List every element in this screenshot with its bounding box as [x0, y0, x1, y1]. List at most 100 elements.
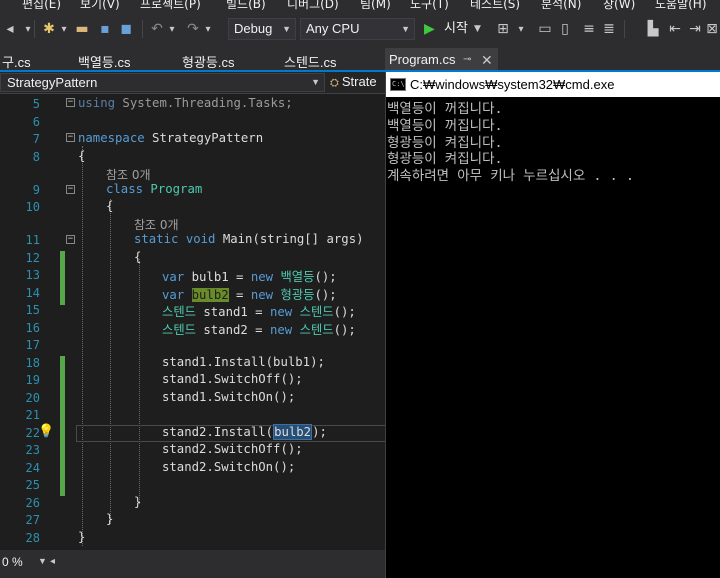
- line-number: 15: [25, 303, 40, 317]
- save-icon[interactable]: ▪: [96, 18, 114, 40]
- back-icon[interactable]: ◂: [2, 18, 18, 40]
- change-marker: [60, 356, 65, 496]
- redo-dropdown-icon[interactable]: ▾: [202, 18, 214, 40]
- line-number: 6: [32, 115, 40, 129]
- menu-window[interactable]: 창(W): [603, 0, 635, 12]
- undo-icon[interactable]: ↶: [148, 18, 166, 40]
- tab-program-label: Program.cs: [389, 52, 456, 67]
- project-name: StrategyPattern: [7, 75, 98, 90]
- project-dropdown[interactable]: StrategyPattern ▼: [0, 73, 325, 92]
- tab-file[interactable]: 백열등.cs: [78, 52, 131, 71]
- pin-icon[interactable]: ⊸: [463, 48, 471, 72]
- console-title-bar[interactable]: C:\ C:₩windows₩system32₩cmd.exe: [386, 72, 720, 97]
- code-line: stand1.SwitchOn();: [162, 390, 296, 404]
- fold-toggle-icon[interactable]: −: [66, 185, 75, 194]
- line-number: 21: [25, 408, 40, 422]
- toolbar-separator: [624, 20, 625, 38]
- code-line: using System.Threading.Tasks;: [78, 96, 293, 110]
- toolbar-button[interactable]: ▭: [536, 18, 554, 40]
- attach-icon[interactable]: ⊞: [494, 18, 512, 40]
- chevron-down-icon: ▼: [401, 24, 410, 34]
- menu-tools[interactable]: 도구(T): [410, 0, 449, 12]
- toolbar-button[interactable]: ▯: [556, 18, 574, 40]
- menu-edit[interactable]: 편집(E): [22, 0, 61, 12]
- menu-team[interactable]: 팀(M): [360, 0, 391, 12]
- class-name: Strate: [341, 74, 377, 89]
- tab-file[interactable]: 구.cs: [2, 52, 31, 71]
- bookmark-clear-icon[interactable]: ⊠: [704, 18, 720, 40]
- code-line: {: [106, 199, 114, 213]
- line-number: 18: [25, 356, 40, 370]
- lightbulb-icon[interactable]: 💡: [38, 424, 54, 440]
- code-line: var bulb1 = new 백열등();: [162, 270, 337, 284]
- code-editor[interactable]: − − − − 💡 5 6 7 8 9 10 11 12 13 14 15 16…: [0, 94, 385, 550]
- line-number: 14: [25, 286, 40, 300]
- line-number: 5: [32, 97, 40, 111]
- toolbar-button[interactable]: ≡: [580, 18, 598, 40]
- console-title: C:₩windows₩system32₩cmd.exe: [410, 77, 615, 92]
- redo-icon[interactable]: ↷: [184, 18, 202, 40]
- start-label: 시작: [444, 21, 468, 36]
- close-icon[interactable]: ✕: [481, 48, 493, 72]
- line-number: 13: [25, 268, 40, 282]
- line-number: 11: [25, 233, 40, 247]
- change-marker: [60, 251, 65, 305]
- tab-file[interactable]: 스텐드.cs: [284, 52, 337, 71]
- fold-toggle-icon[interactable]: −: [66, 133, 75, 142]
- menu-build[interactable]: 빌드(B): [226, 0, 266, 12]
- save-all-icon[interactable]: ◼: [116, 18, 136, 40]
- bookmark-prev-icon[interactable]: ⇤: [666, 18, 684, 40]
- menu-project[interactable]: 프로젝트(P): [140, 0, 201, 12]
- menu-analyze[interactable]: 분석(N): [541, 0, 581, 12]
- code-line: {: [134, 250, 142, 264]
- code-line: static void Main(string[] args): [134, 232, 364, 246]
- zoom-select[interactable]: 0 % ▼: [2, 555, 47, 573]
- line-number: 22: [25, 426, 40, 440]
- zoom-value: 0 %: [2, 555, 23, 569]
- code-line: }: [78, 530, 86, 544]
- chevron-down-icon: ▼: [311, 77, 320, 87]
- code-line: stand1.Install(bulb1);: [162, 355, 325, 369]
- attach-dropdown-icon[interactable]: ▾: [514, 18, 528, 40]
- toolbar: ◂ ▾ ✱ ▾ ▬ ▪ ◼ ↶ ▾ ↷ ▾ Debug ▼ Any CPU ▼ …: [0, 12, 720, 48]
- configuration-select[interactable]: Debug ▼: [228, 18, 296, 40]
- line-number: 23: [25, 443, 40, 457]
- toolbar-button[interactable]: ≣: [600, 18, 618, 40]
- selected-identifier: bulb2: [273, 424, 313, 440]
- new-item-icon[interactable]: ✱: [40, 18, 58, 40]
- line-number: 20: [25, 391, 40, 405]
- code-line: {: [78, 149, 86, 163]
- navigation-bar: StrategyPattern ▼ ⛭ Strate: [0, 72, 385, 94]
- platform-select[interactable]: Any CPU ▼: [300, 18, 415, 40]
- open-folder-icon[interactable]: ▬: [72, 18, 92, 40]
- menu-bar: 편집(E) 보기(V) 프로젝트(P) 빌드(B) 디버그(D) 팀(M) 도구…: [0, 0, 720, 12]
- reference-count[interactable]: 참조 0개: [134, 216, 179, 233]
- fold-toggle-icon[interactable]: −: [66, 235, 75, 244]
- chevron-right-icon[interactable]: ◂: [50, 556, 55, 567]
- console-window[interactable]: C:\ C:₩windows₩system32₩cmd.exe 백열등이 꺼집니…: [385, 72, 720, 578]
- tab-file[interactable]: 형광등.cs: [182, 52, 235, 71]
- menu-view[interactable]: 보기(V): [80, 0, 120, 12]
- console-tab-strip: Program.cs ⊸ ✕: [385, 48, 720, 72]
- tab-program[interactable]: Program.cs ⊸ ✕: [385, 48, 498, 72]
- bookmark-icon[interactable]: ▙: [644, 18, 662, 40]
- new-item-dropdown-icon[interactable]: ▾: [58, 18, 70, 40]
- code-line: class Program: [106, 182, 203, 196]
- reference-count[interactable]: 참조 0개: [106, 166, 151, 183]
- line-number: 28: [25, 531, 40, 545]
- fold-toggle-icon[interactable]: −: [66, 98, 75, 107]
- class-icon: ⛭: [330, 77, 342, 89]
- menu-debug[interactable]: 디버그(D): [287, 0, 339, 12]
- menu-test[interactable]: 테스트(S): [470, 0, 520, 12]
- undo-dropdown-icon[interactable]: ▾: [166, 18, 178, 40]
- menu-help[interactable]: 도움말(H): [655, 0, 707, 12]
- start-button[interactable]: ▶ 시작 ▼: [422, 18, 486, 40]
- code-line: 스텐드 stand2 = new 스텐드();: [162, 323, 356, 337]
- class-dropdown[interactable]: ⛭ Strate: [330, 73, 390, 92]
- configuration-value: Debug: [234, 21, 273, 36]
- code-line: namespace StrategyPattern: [78, 131, 264, 145]
- line-number: 10: [25, 200, 40, 214]
- bookmark-next-icon[interactable]: ⇥: [686, 18, 704, 40]
- line-number: 9: [32, 183, 40, 197]
- code-line: var bulb2 = new 형광등();: [162, 288, 337, 302]
